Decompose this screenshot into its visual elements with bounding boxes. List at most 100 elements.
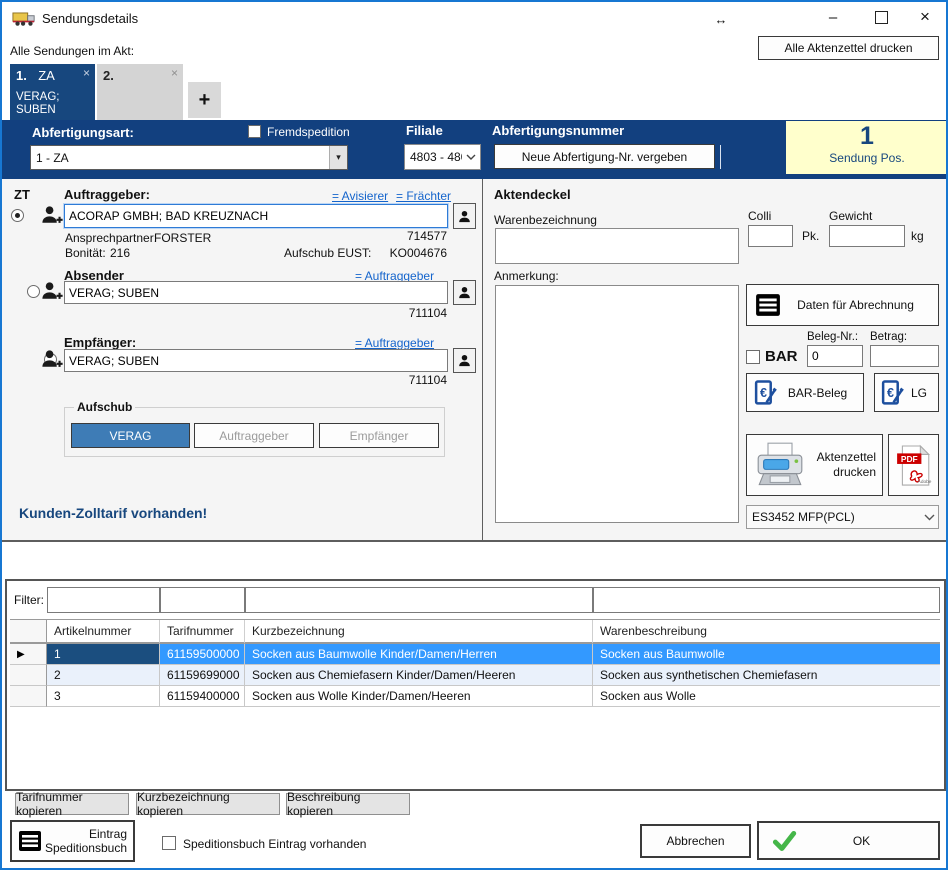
filter-kurzbezeichnung-input[interactable] <box>245 587 593 613</box>
person-lookup-button[interactable] <box>453 348 476 373</box>
row-selector[interactable] <box>10 686 47 707</box>
avisierer-link[interactable]: = Avisierer <box>332 189 388 203</box>
abfertigungsart-select[interactable]: 1 - ZA ▾ <box>30 145 348 170</box>
cell-warenbeschreibung[interactable]: Socken aus synthetischen Chemiefasern <box>593 665 940 686</box>
tab-shipment-2[interactable]: × 2. <box>97 64 183 121</box>
column-header-artikelnummer[interactable]: Artikelnummer <box>47 620 160 644</box>
copy-beschreibung-button[interactable]: Beschreibung kopieren <box>286 793 410 815</box>
aktenzettel-drucken-button[interactable]: Aktenzettel drucken <box>746 434 883 496</box>
auftraggeber-number: 714577 <box>347 229 447 243</box>
cell-warenbeschreibung[interactable]: Socken aus Wolle <box>593 686 940 707</box>
auftraggeber-input[interactable] <box>64 204 448 228</box>
pdf-export-button[interactable]: PDFAdobe <box>888 434 939 496</box>
cell-warenbeschreibung[interactable]: Socken aus Baumwolle <box>593 644 940 665</box>
cell-kurzbezeichnung[interactable]: Socken aus Baumwolle Kinder/Damen/Herren <box>245 644 593 665</box>
add-person-icon[interactable] <box>40 280 63 306</box>
warenbezeichnung-textarea[interactable] <box>495 228 739 264</box>
filter-warenbeschreibung-input[interactable] <box>593 587 940 613</box>
resize-icon[interactable]: ↔ <box>708 8 734 30</box>
betrag-input[interactable] <box>870 345 939 367</box>
person-lookup-button[interactable] <box>453 203 476 229</box>
checkmark-icon <box>771 828 797 854</box>
speditionsbuch-checkbox[interactable] <box>162 836 176 850</box>
position-count-badge: 1 Sendung Pos. <box>786 121 948 174</box>
ok-button[interactable]: OK <box>757 821 940 860</box>
cell-artikelnummer[interactable]: 2 <box>47 665 160 686</box>
aufschub-empfaenger-button[interactable]: Empfänger <box>319 423 439 448</box>
new-abfertigung-nr-button[interactable]: Neue Abfertigung-Nr. vergeben <box>494 144 715 169</box>
empfaenger-equals-auftraggeber-link[interactable]: = Auftraggeber <box>355 336 434 350</box>
fraechter-link[interactable]: = Frächter <box>396 189 451 203</box>
empfaenger-number: 711104 <box>347 373 447 387</box>
chevron-down-icon[interactable] <box>920 514 938 521</box>
row-selector[interactable] <box>10 665 47 686</box>
filter-tarifnummer-input[interactable] <box>160 587 245 613</box>
column-header-kurzbezeichnung[interactable]: Kurzbezeichnung <box>245 620 593 644</box>
bar-beleg-button[interactable]: € BAR-Beleg <box>746 373 864 412</box>
tab-subtitle: VERAG; SUBEN <box>16 91 74 117</box>
tab-close-icon[interactable]: × <box>83 66 90 80</box>
euro-document-icon: € <box>880 379 905 407</box>
chevron-down-icon[interactable] <box>462 154 480 160</box>
maximize-button[interactable] <box>868 6 894 28</box>
person-lookup-button[interactable] <box>453 280 476 305</box>
abfertigungsart-label: Abfertigungsart: <box>32 125 134 140</box>
eintrag-speditionsbuch-button[interactable]: Eintrag Speditionsbuch <box>10 820 135 862</box>
abrechnung-button-label: Daten für Abrechnung <box>781 298 930 312</box>
auftraggeber-radio[interactable] <box>11 209 24 222</box>
zolltarif-note: Kunden-Zolltarif vorhanden! <box>19 505 207 521</box>
cancel-button[interactable]: Abbrechen <box>640 824 751 858</box>
fremdspedition-checkbox[interactable] <box>248 125 261 138</box>
colli-label: Colli <box>748 209 771 223</box>
zt-label: ZT <box>14 187 30 202</box>
absender-input[interactable] <box>64 281 448 304</box>
aufschub-legend: Aufschub <box>74 400 135 414</box>
add-person-icon[interactable] <box>40 348 63 374</box>
add-tab-button[interactable]: + <box>188 82 221 118</box>
cell-tarifnummer[interactable]: 61159500000 <box>160 644 245 665</box>
fremdspedition-label: Fremdspedition <box>267 125 350 139</box>
bonitaet-label: Bonität: <box>65 246 106 260</box>
tab-shipment-1[interactable]: × 1. ZA VERAG; SUBEN <box>10 64 95 121</box>
cell-artikelnummer[interactable]: 3 <box>47 686 160 707</box>
printer-select[interactable]: ES3452 MFP(PCL) <box>746 505 939 529</box>
cell-artikelnummer[interactable]: 1 <box>47 644 160 665</box>
minimize-button[interactable]: – <box>820 6 846 28</box>
dropdown-arrow-icon[interactable]: ▾ <box>329 146 347 169</box>
bar-label: BAR <box>765 348 798 365</box>
filter-artikelnummer-input[interactable] <box>47 587 160 613</box>
ok-label: OK <box>797 834 926 848</box>
absender-number: 711104 <box>347 306 447 320</box>
anmerkung-textarea[interactable] <box>495 285 739 523</box>
cell-tarifnummer[interactable]: 61159400000 <box>160 686 245 707</box>
cell-tarifnummer[interactable]: 61159699000 <box>160 665 245 686</box>
bar-checkbox[interactable] <box>746 350 760 364</box>
aktendeckel-title: Aktendeckel <box>494 187 571 202</box>
beleg-nr-input[interactable] <box>807 345 863 367</box>
gewicht-input[interactable] <box>829 225 905 247</box>
kg-label: kg <box>911 229 924 243</box>
column-header-selector <box>10 620 47 644</box>
empfaenger-input[interactable] <box>64 349 448 372</box>
column-header-warenbeschreibung[interactable]: Warenbeschreibung <box>593 620 940 644</box>
colli-input[interactable] <box>748 225 793 247</box>
daten-fuer-abrechnung-button[interactable]: Daten für Abrechnung <box>746 284 939 326</box>
sendungsdetails-window: Sendungsdetails ↔ – × Alle Aktenzettel d… <box>0 0 948 870</box>
column-header-tarifnummer[interactable]: Tarifnummer <box>160 620 245 644</box>
euro-document-icon: € <box>753 379 778 407</box>
abfertigungsnummer-label: Abfertigungsnummer <box>492 123 624 138</box>
row-selector-arrow[interactable]: ▶ <box>10 644 47 665</box>
tab-close-icon[interactable]: × <box>171 66 178 80</box>
cell-kurzbezeichnung[interactable]: Socken aus Wolle Kinder/Damen/Heeren <box>245 686 593 707</box>
filiale-select[interactable]: 4803 - 480 <box>404 144 481 170</box>
print-all-aktenzettel-button[interactable]: Alle Aktenzettel drucken <box>758 36 939 60</box>
add-person-icon[interactable] <box>40 204 63 230</box>
aufschub-auftraggeber-button[interactable]: Auftraggeber <box>194 423 314 448</box>
close-button[interactable]: × <box>912 6 938 28</box>
aufschub-verag-button[interactable]: VERAG <box>71 423 190 448</box>
copy-tarifnummer-button[interactable]: Tarifnummer kopieren <box>15 793 129 815</box>
cell-kurzbezeichnung[interactable]: Socken aus Chemiefasern Kinder/Damen/Hee… <box>245 665 593 686</box>
position-count-label: Sendung Pos. <box>786 151 948 165</box>
copy-kurzbezeichnung-button[interactable]: Kurzbezeichnung kopieren <box>136 793 280 815</box>
lg-button[interactable]: € LG <box>874 373 939 412</box>
